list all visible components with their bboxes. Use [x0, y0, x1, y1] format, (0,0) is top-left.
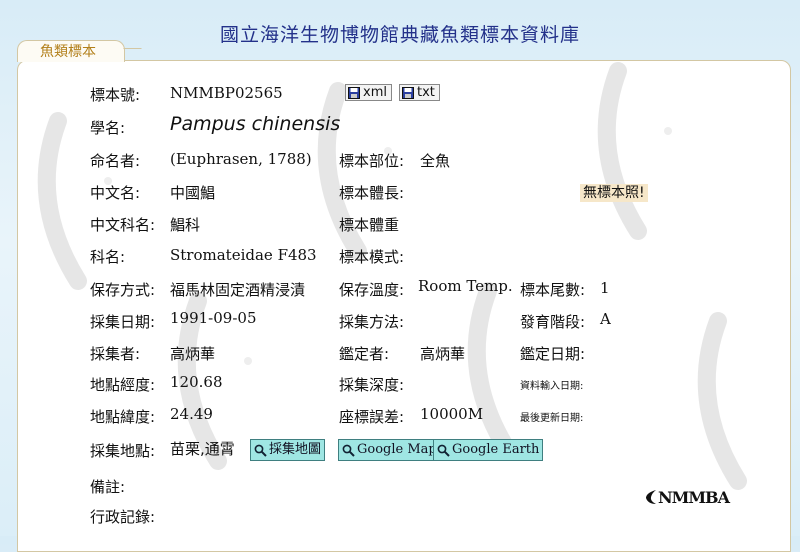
depth-label: 採集深度: — [339, 376, 405, 394]
xml-download-button[interactable]: xml — [345, 84, 392, 101]
xml-label: xml — [363, 84, 387, 100]
floppy-disk-icon — [348, 86, 360, 99]
update-date-label: 最後更新日期: — [520, 413, 584, 424]
stage-value: A — [600, 310, 611, 328]
entry-date-label: 資料輸入日期: — [520, 381, 584, 392]
tail-count-label: 標本尾數: — [520, 281, 586, 299]
longitude-value: 120.68 — [170, 373, 223, 391]
identifier-label: 鑑定者: — [339, 345, 390, 363]
coord-error-label: 座標誤差: — [339, 408, 405, 426]
part-value: 全魚 — [420, 152, 451, 170]
collector-value: 高炳華 — [170, 345, 216, 363]
family-cn-label: 中文科名: — [90, 216, 156, 234]
fish-logo-icon — [646, 490, 656, 504]
family-label: 科名: — [90, 248, 126, 266]
locality-value: 苗栗,通霄 — [170, 440, 235, 458]
locality-label: 採集地點: — [90, 442, 156, 460]
tail-count-value: 1 — [600, 279, 610, 297]
google-map-label: Google Map — [357, 442, 437, 457]
chinese-name-value: 中國鯧 — [170, 184, 216, 202]
specimen-no-label: 標本號: — [90, 86, 141, 104]
collect-method-label: 採集方法: — [339, 313, 405, 331]
logo-text: NMMBA — [658, 488, 730, 507]
tab-fish-specimens[interactable]: 魚類標本 — [17, 40, 125, 62]
identify-date-label: 鑑定日期: — [520, 345, 586, 363]
collection-map-label: 採集地圖 — [269, 442, 322, 457]
part-label: 標本部位: — [339, 152, 405, 170]
longitude-label: 地點經度: — [90, 376, 156, 394]
preservation-label: 保存方式: — [90, 281, 156, 299]
temp-value: Room Temp. — [418, 277, 513, 295]
collect-date-value: 1991-09-05 — [170, 309, 257, 327]
admin-record-label: 行政記錄: — [90, 508, 156, 526]
latitude-label: 地點緯度: — [90, 408, 156, 426]
family-value: Stromateidae F483 — [170, 246, 317, 264]
sci-name-label: 學名: — [90, 119, 126, 137]
record-panel — [17, 60, 791, 552]
nmmba-logo: NMMBA — [644, 488, 730, 507]
txt-label: txt — [417, 84, 435, 100]
collector-label: 採集者: — [90, 345, 141, 363]
coord-error-value: 10000M — [420, 405, 484, 423]
magnifier-icon — [437, 444, 450, 457]
author-label: 命名者: — [90, 152, 141, 170]
length-label: 標本體長: — [339, 184, 405, 202]
magnifier-icon — [254, 444, 267, 457]
latitude-value: 24.49 — [170, 405, 213, 423]
magnifier-icon — [342, 444, 355, 457]
google-map-button[interactable]: Google Map — [338, 439, 441, 461]
weight-label: 標本體重 — [339, 216, 400, 234]
stage-label: 發育階段: — [520, 313, 586, 331]
author-value: (Euphrasen, 1788) — [170, 150, 312, 168]
sci-name-value: Pampus chinensis — [170, 113, 341, 135]
preservation-value: 福馬林固定酒精浸漬 — [170, 281, 306, 299]
remarks-label: 備註: — [90, 478, 126, 496]
type-label: 標本模式: — [339, 248, 405, 266]
collect-date-label: 採集日期: — [90, 313, 156, 331]
google-earth-label: Google Earth — [452, 442, 540, 457]
google-earth-button[interactable]: Google Earth — [433, 439, 544, 461]
family-cn-value: 鯧科 — [170, 216, 201, 234]
identifier-value: 高炳華 — [420, 345, 466, 363]
no-photo-notice: 無標本照! — [580, 184, 648, 202]
specimen-no-value: NMMBP02565 — [170, 84, 283, 102]
txt-download-button[interactable]: txt — [399, 84, 440, 101]
collection-map-button[interactable]: 採集地圖 — [250, 439, 326, 461]
floppy-disk-icon — [402, 86, 414, 99]
temp-label: 保存溫度: — [339, 281, 405, 299]
chinese-name-label: 中文名: — [90, 184, 141, 202]
